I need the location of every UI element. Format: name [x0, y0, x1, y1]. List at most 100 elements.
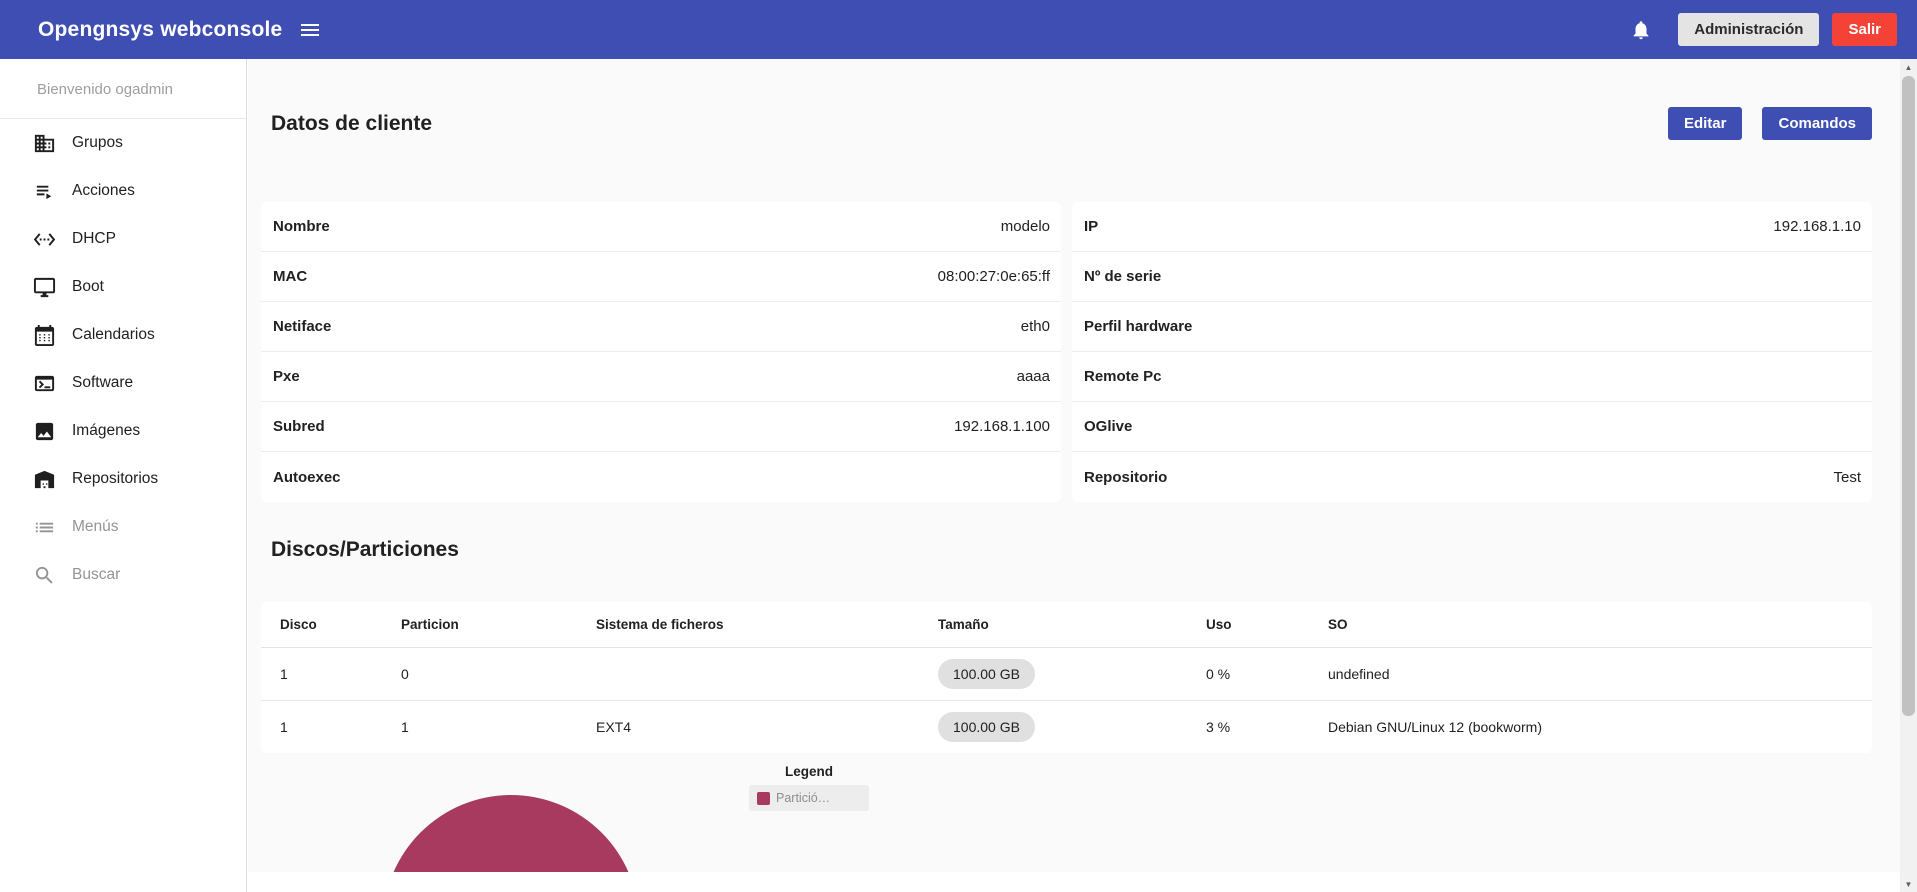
- administration-button[interactable]: Administración: [1678, 13, 1819, 46]
- partition-pie-chart: Legend Partició…: [261, 753, 1872, 872]
- legend-title: Legend: [749, 764, 869, 779]
- field-row-remote-pc: Remote Pc: [1072, 352, 1872, 402]
- sidebar-item-label: Calendarios: [72, 326, 155, 344]
- field-row-repositorio: Repositorio Test: [1072, 452, 1872, 502]
- table-row: 1 0 100.00 GB 0 % undefined: [261, 647, 1872, 700]
- main-area: Datos de cliente Editar Comandos Nombre …: [248, 59, 1917, 892]
- partitions-table-card: Disco Particion Sistema de ficheros Tama…: [261, 602, 1872, 753]
- sidebar-item-buscar[interactable]: Buscar: [0, 551, 246, 599]
- field-value: modelo: [1001, 218, 1050, 235]
- field-label: Subred: [273, 418, 325, 435]
- sidebar-item-software[interactable]: Software: [0, 359, 246, 407]
- edit-button[interactable]: Editar: [1668, 107, 1743, 140]
- legend-label: Partició…: [776, 791, 830, 805]
- field-value: 192.168.1.100: [954, 418, 1050, 435]
- field-label: Pxe: [273, 368, 300, 385]
- field-label: Remote Pc: [1084, 368, 1162, 385]
- field-row-netiface: Netiface eth0: [261, 302, 1061, 352]
- sidebar-item-grupos[interactable]: Grupos: [0, 119, 246, 167]
- field-value: 192.168.1.10: [1773, 218, 1861, 235]
- sidebar-item-label: Software: [72, 374, 133, 392]
- notifications-bell-icon[interactable]: [1630, 19, 1652, 41]
- sidebar: Bienvenido ogadmin Grupos Acciones DHCP …: [0, 59, 247, 892]
- table-row: 1 1 EXT4 100.00 GB 3 % Debian GNU/Linux …: [261, 700, 1872, 753]
- sidebar-item-label: DHCP: [72, 230, 116, 248]
- field-value: aaaa: [1017, 368, 1050, 385]
- field-row-perfil-hardware: Perfil hardware: [1072, 302, 1872, 352]
- sidebar-item-label: Imágenes: [72, 422, 140, 440]
- field-label: Autoexec: [273, 469, 341, 486]
- cell-disco: 1: [261, 647, 401, 700]
- list-icon: [32, 515, 56, 539]
- sidebar-item-imagenes[interactable]: Imágenes: [0, 407, 246, 455]
- legend-item[interactable]: Partició…: [749, 785, 869, 811]
- search-icon: [32, 563, 56, 587]
- field-value: eth0: [1021, 318, 1050, 335]
- scroll-down-arrow[interactable]: ▼: [1900, 876, 1917, 892]
- field-label: Nombre: [273, 218, 330, 235]
- size-chip: 100.00 GB: [938, 659, 1035, 689]
- scrollbar-thumb[interactable]: [1902, 76, 1915, 716]
- logout-button[interactable]: Salir: [1832, 13, 1897, 46]
- sidebar-item-boot[interactable]: Boot: [0, 263, 246, 311]
- sidebar-item-label: Boot: [72, 278, 104, 296]
- partitions-section-title: Discos/Particiones: [261, 538, 1872, 562]
- legend-swatch: [757, 792, 770, 805]
- col-tamano: Tamaño: [938, 602, 1206, 647]
- field-row-serial: Nº de serie: [1072, 252, 1872, 302]
- sidebar-item-repositorios[interactable]: Repositorios: [0, 455, 246, 503]
- app-header: Opengnsys webconsole Administración Sali…: [0, 0, 1917, 59]
- client-fields-left-card: Nombre modelo MAC 08:00:27:0e:65:ff Neti…: [261, 202, 1061, 502]
- col-uso: Uso: [1206, 602, 1328, 647]
- table-header-row: Disco Particion Sistema de ficheros Tama…: [261, 602, 1872, 647]
- page-bottom-gap: [248, 872, 1900, 892]
- sidebar-item-label: Repositorios: [72, 470, 158, 488]
- warehouse-icon: [32, 467, 56, 491]
- col-sistema: Sistema de ficheros: [596, 602, 938, 647]
- field-row-oglive: OGlive: [1072, 402, 1872, 452]
- playlist-icon: [32, 179, 56, 203]
- cell-so: Debian GNU/Linux 12 (bookworm): [1328, 700, 1872, 753]
- sidebar-item-calendarios[interactable]: Calendarios: [0, 311, 246, 359]
- field-row-ip: IP 192.168.1.10: [1072, 202, 1872, 252]
- vertical-scrollbar[interactable]: ▲ ▼: [1900, 59, 1917, 892]
- cell-tamano: 100.00 GB: [938, 700, 1206, 753]
- col-particion: Particion: [401, 602, 596, 647]
- sidebar-item-label: Acciones: [72, 182, 135, 200]
- field-row-autoexec: Autoexec: [261, 452, 1061, 502]
- field-row-pxe: Pxe aaaa: [261, 352, 1061, 402]
- partitions-table: Disco Particion Sistema de ficheros Tama…: [261, 602, 1872, 753]
- sidebar-item-label: Grupos: [72, 134, 123, 152]
- pie-slice[interactable]: [383, 795, 639, 872]
- cell-particion: 1: [401, 700, 596, 753]
- cell-tamano: 100.00 GB: [938, 647, 1206, 700]
- scroll-up-arrow[interactable]: ▲: [1900, 59, 1917, 75]
- cell-disco: 1: [261, 700, 401, 753]
- field-label: OGlive: [1084, 418, 1132, 435]
- cell-particion: 0: [401, 647, 596, 700]
- field-label: Repositorio: [1084, 469, 1167, 486]
- field-label: MAC: [273, 268, 307, 285]
- field-row-nombre: Nombre modelo: [261, 202, 1061, 252]
- calendar-icon: [32, 323, 56, 347]
- field-row-subred: Subred 192.168.1.100: [261, 402, 1061, 452]
- sidebar-item-dhcp[interactable]: DHCP: [0, 215, 246, 263]
- terminal-icon: [32, 371, 56, 395]
- commands-button[interactable]: Comandos: [1762, 107, 1872, 140]
- sidebar-item-label: Menús: [72, 518, 119, 536]
- sidebar-item-menus[interactable]: Menús: [0, 503, 246, 551]
- field-label: Netiface: [273, 318, 331, 335]
- cell-uso: 3 %: [1206, 700, 1328, 753]
- sidebar-item-label: Buscar: [72, 566, 120, 584]
- page-title: Datos de cliente: [261, 112, 432, 136]
- client-fields-right-card: IP 192.168.1.10 Nº de serie Perfil hardw…: [1072, 202, 1872, 502]
- col-so: SO: [1328, 602, 1872, 647]
- image-icon: [32, 419, 56, 443]
- sidebar-item-acciones[interactable]: Acciones: [0, 167, 246, 215]
- field-value: Test: [1833, 469, 1861, 486]
- cell-so: undefined: [1328, 647, 1872, 700]
- monitor-icon: [32, 275, 56, 299]
- menu-icon[interactable]: [298, 18, 322, 42]
- field-label: IP: [1084, 218, 1098, 235]
- field-value: 08:00:27:0e:65:ff: [938, 268, 1050, 285]
